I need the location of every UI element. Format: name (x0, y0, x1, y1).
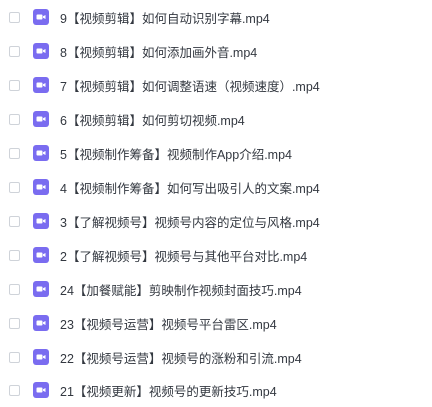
row-checkbox[interactable] (9, 79, 20, 91)
row-checkbox[interactable] (9, 45, 20, 57)
file-name[interactable]: 6【视频剪辑】如何剪切视频.mp4 (60, 110, 245, 129)
file-name[interactable]: 3【了解视频号】视频号内容的定位与风格.mp4 (60, 212, 320, 231)
row-checkbox[interactable] (9, 384, 20, 396)
row-checkbox[interactable] (9, 249, 20, 261)
file-name[interactable]: 8【视频剪辑】如何添加画外音.mp4 (60, 42, 257, 61)
file-name[interactable]: 4【视频制作筹备】如何写出吸引人的文案.mp4 (60, 178, 320, 197)
video-file-icon (33, 43, 49, 60)
file-name[interactable]: 22【视频号运营】视频号的涨粉和引流.mp4 (60, 348, 302, 367)
video-file-icon (33, 213, 49, 230)
file-name[interactable]: 2【了解视频号】视频号与其他平台对比.mp4 (60, 246, 307, 265)
file-name[interactable]: 5【视频制作筹备】视频制作App介绍.mp4 (60, 144, 292, 163)
file-name[interactable]: 23【视频号运营】视频号平台雷区.mp4 (60, 314, 277, 333)
video-file-icon (33, 247, 49, 264)
file-name[interactable]: 21【视频更新】视频号的更新技巧.mp4 (60, 381, 277, 400)
video-file-icon (33, 315, 49, 332)
video-file-icon (33, 111, 49, 128)
video-file-icon (33, 77, 49, 94)
video-file-icon (33, 145, 49, 162)
file-list: 9【视频剪辑】如何自动识别字幕.mp4 8【视频剪辑】如何添加画外音.mp4 7… (0, 0, 432, 406)
row-checkbox[interactable] (9, 11, 20, 23)
video-file-icon (33, 382, 49, 399)
file-row[interactable]: 23【视频号运营】视频号平台雷区.mp4 (0, 306, 432, 340)
row-checkbox[interactable] (9, 317, 20, 329)
file-row[interactable]: 8【视频剪辑】如何添加画外音.mp4 (0, 34, 432, 68)
row-checkbox[interactable] (9, 215, 20, 227)
file-row[interactable]: 9【视频剪辑】如何自动识别字幕.mp4 (0, 0, 432, 34)
file-row[interactable]: 24【加餐赋能】剪映制作视频封面技巧.mp4 (0, 272, 432, 306)
file-name[interactable]: 24【加餐赋能】剪映制作视频封面技巧.mp4 (60, 280, 302, 299)
video-file-icon (33, 281, 49, 298)
row-checkbox[interactable] (9, 283, 20, 295)
video-file-icon (33, 9, 49, 26)
row-checkbox[interactable] (9, 113, 20, 125)
video-file-icon (33, 349, 49, 366)
video-file-icon (33, 179, 49, 196)
file-row[interactable]: 3【了解视频号】视频号内容的定位与风格.mp4 (0, 204, 432, 238)
row-checkbox[interactable] (9, 181, 20, 193)
row-checkbox[interactable] (9, 147, 20, 159)
row-checkbox[interactable] (9, 351, 20, 363)
file-name[interactable]: 7【视频剪辑】如何调整语速（视频速度）.mp4 (60, 76, 320, 95)
file-row[interactable]: 22【视频号运营】视频号的涨粉和引流.mp4 (0, 340, 432, 374)
file-row[interactable]: 6【视频剪辑】如何剪切视频.mp4 (0, 102, 432, 136)
file-row[interactable]: 7【视频剪辑】如何调整语速（视频速度）.mp4 (0, 68, 432, 102)
file-name[interactable]: 9【视频剪辑】如何自动识别字幕.mp4 (60, 8, 270, 27)
file-row[interactable]: 5【视频制作筹备】视频制作App介绍.mp4 (0, 136, 432, 170)
file-row[interactable]: 2【了解视频号】视频号与其他平台对比.mp4 (0, 238, 432, 272)
file-row[interactable]: 4【视频制作筹备】如何写出吸引人的文案.mp4 (0, 170, 432, 204)
file-row[interactable]: 21【视频更新】视频号的更新技巧.mp4 (0, 373, 432, 407)
